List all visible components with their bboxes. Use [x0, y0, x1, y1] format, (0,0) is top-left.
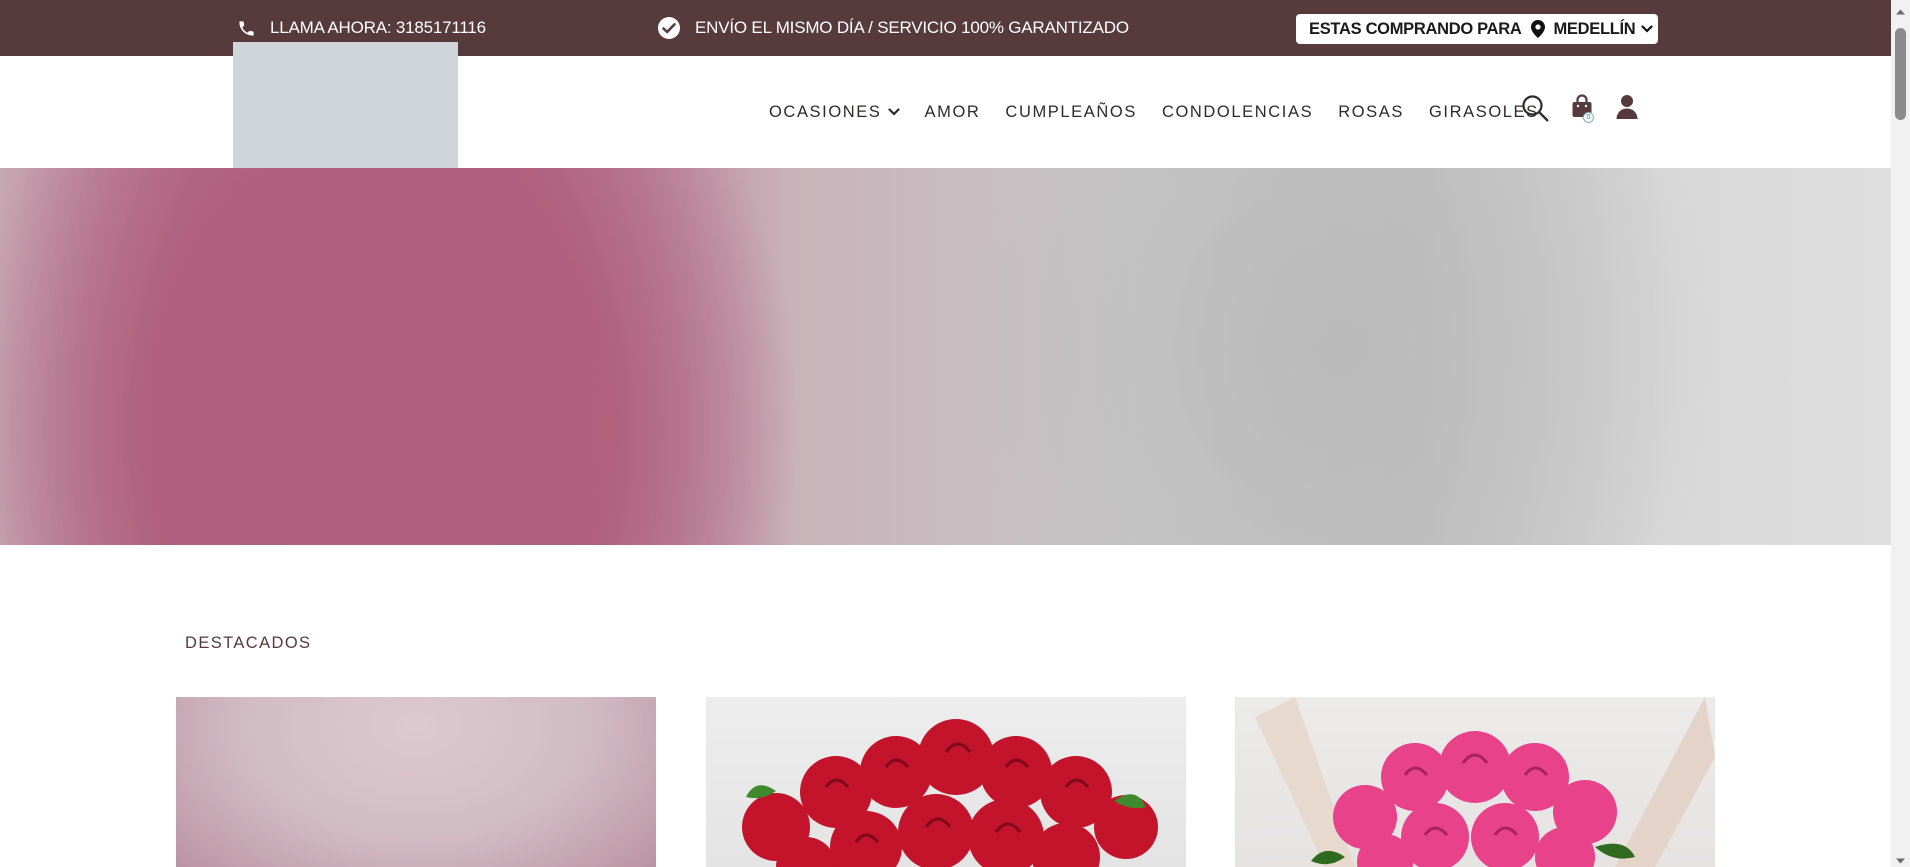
red-roses-bouquet [742, 719, 1158, 867]
chevron-down-icon [887, 107, 900, 117]
nav-item-amor[interactable]: AMOR [925, 103, 981, 122]
shipping-info: ENVÍO EL MISMO DÍA / SERVICIO 100% GARAN… [657, 0, 1129, 56]
nav-item-condolencias[interactable]: CONDOLENCIAS [1162, 103, 1313, 122]
nav-label: CUMPLEAÑOS [1005, 102, 1137, 121]
map-pin-icon [1531, 20, 1546, 38]
nav-item-cumpleanos[interactable]: CUMPLEAÑOS [1005, 103, 1137, 122]
scrollbar-thumb[interactable] [1895, 28, 1906, 120]
city-value: MEDELLÍN [1553, 19, 1636, 38]
phone-icon [237, 19, 256, 38]
nav-label: AMOR [924, 102, 981, 121]
product-card-image[interactable] [706, 697, 1186, 867]
user-icon[interactable] [1615, 94, 1639, 120]
nav-label: CONDOLENCIAS [1161, 102, 1314, 121]
search-icon[interactable] [1521, 94, 1549, 122]
pink-roses-bouquet [1255, 697, 1715, 867]
cart-count-badge: 0 [1583, 112, 1594, 123]
nav-item-rosas[interactable]: ROSAS [1338, 103, 1404, 122]
hero-banner[interactable] [0, 168, 1891, 545]
site-logo[interactable] [233, 42, 458, 168]
nav-label: ROSAS [1338, 102, 1404, 121]
city-selector-button[interactable]: ESTAS COMPRANDO PARA MEDELLÍN [1296, 14, 1658, 44]
scroll-up-arrow-icon[interactable] [1895, 4, 1906, 15]
nav-item-ocasiones[interactable]: OCASIONES [769, 103, 900, 122]
shipping-text: ENVÍO EL MISMO DÍA / SERVICIO 100% GARAN… [695, 18, 1129, 37]
scroll-down-arrow-icon[interactable] [1895, 853, 1906, 864]
product-card-image[interactable] [1235, 697, 1715, 867]
featured-section-title: DESTACADOS [185, 634, 312, 652]
product-card-image[interactable] [176, 697, 656, 867]
page-scrollbar[interactable] [1891, 0, 1910, 867]
city-prefix: ESTAS COMPRANDO PARA [1309, 19, 1522, 38]
phone-text: LLAMA AHORA: 3185171116 [270, 18, 486, 37]
main-nav: OCASIONES AMOR CUMPLEAÑOS CONDOLENCIAS R… [769, 56, 1564, 168]
chevron-down-icon [1641, 24, 1654, 34]
check-circle-icon [657, 16, 681, 40]
nav-label: OCASIONES [769, 102, 882, 121]
